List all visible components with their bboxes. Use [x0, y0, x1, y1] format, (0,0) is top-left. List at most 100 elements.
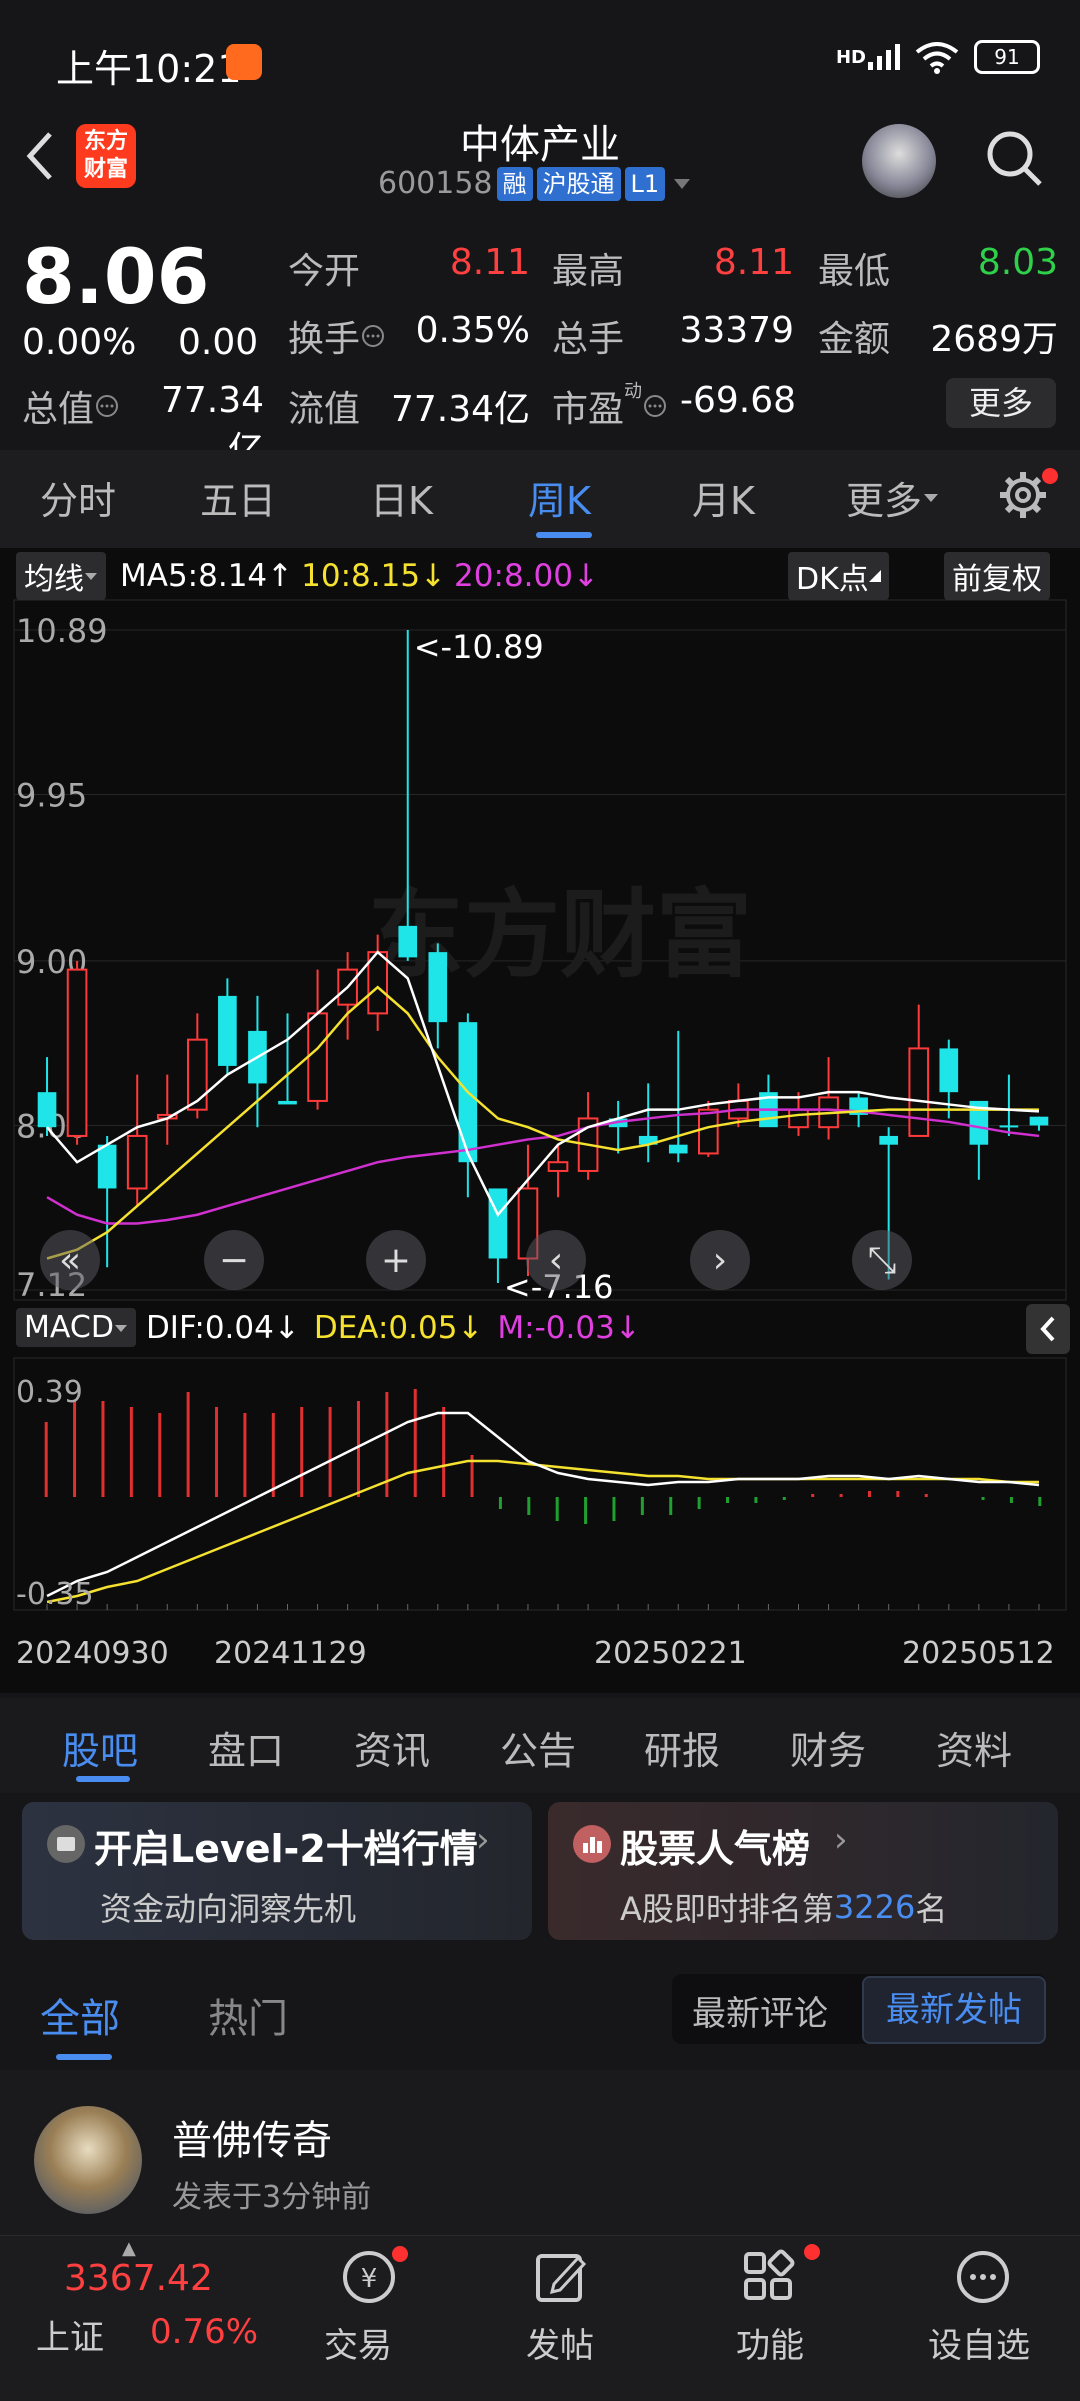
nav-trade-label: 交易	[324, 2326, 392, 2366]
x-label: 20240930	[16, 1636, 169, 1671]
candle-body	[547, 1161, 569, 1172]
tab-intraday[interactable]: 分时	[40, 470, 116, 525]
candle-body	[187, 1038, 208, 1111]
index-value[interactable]: 3367.42	[64, 2258, 213, 2299]
chevron-left-icon	[1040, 1316, 1055, 1342]
dif-value: DIF:0.04	[145, 1309, 274, 1346]
trade-icon: ¥	[343, 2251, 395, 2303]
assistant-robot-icon[interactable]	[862, 124, 936, 198]
forum-post[interactable]	[0, 2070, 1080, 2235]
info-icon	[362, 325, 385, 347]
tab-more-label: 更多	[846, 479, 923, 523]
level2-subtitle: 资金动向洞察先机	[100, 1890, 357, 1928]
kline-chart-svg: 东方财富10.899.959.008.067.12<-10.89<-7.16«−…	[13, 599, 1067, 1612]
caret-up-icon: ▲	[122, 2238, 136, 2259]
nav-trade[interactable]: ¥ 交易	[316, 2236, 428, 2400]
tab-research[interactable]: 研报	[644, 1720, 720, 1775]
kline-chart-area[interactable]: 东方财富10.899.959.008.067.12<-10.89<-7.16«−…	[0, 548, 1080, 1693]
change-value: 0.00	[178, 322, 259, 363]
candle-body	[66, 968, 88, 1137]
tab-weekly-k[interactable]: 周K	[528, 470, 591, 525]
ma-selector-label: 均线	[24, 562, 84, 597]
m-arrow: ↓	[614, 1309, 641, 1346]
candle-body	[307, 1012, 328, 1102]
filter-hot[interactable]: 热门	[208, 1986, 288, 2044]
tab-profile[interactable]: 资料	[936, 1720, 1012, 1775]
tab-finance[interactable]: 财务	[790, 1720, 866, 1775]
info-icon	[96, 395, 119, 417]
index-change: 0.76%	[150, 2312, 259, 2352]
pe-label-group[interactable]: 市盈 动	[552, 380, 668, 432]
chart-prev-page-icon: ‹	[549, 1240, 563, 1281]
tag-connect: 沪股通	[536, 166, 621, 201]
macd-legend-bar: MACD DIF:0.04 ↓ DEA:0.05 ↓ M:-0.03 ↓	[16, 1308, 641, 1347]
nav-post[interactable]: 发帖	[506, 2236, 618, 2400]
tag-level: L1	[624, 166, 666, 201]
dif-line	[46, 1411, 1040, 1598]
edit-icon	[536, 2254, 587, 2302]
network-type-label: HD	[835, 46, 866, 68]
ma-selector-button[interactable]: 均线	[16, 552, 106, 600]
avatar[interactable]	[34, 2106, 142, 2214]
pe-superscript: 动	[624, 381, 643, 402]
tab-announcements[interactable]: 公告	[500, 1720, 576, 1775]
nav-watchlist[interactable]: 设自选	[920, 2236, 1040, 2400]
low-label: 最低	[818, 251, 891, 292]
price-axis-label: 9.95	[16, 777, 87, 815]
pe-label: 市盈	[552, 389, 625, 430]
turnover-label-group[interactable]: 换手	[288, 310, 386, 362]
notification-dot	[1042, 468, 1058, 484]
macd-axis-label: -0.35	[16, 1577, 94, 1612]
notification-dot	[804, 2244, 820, 2260]
tab-monthly-k[interactable]: 月K	[692, 470, 755, 525]
ma10-arrow: ↓	[420, 558, 447, 594]
indicator-selector-button[interactable]: MACD	[16, 1308, 136, 1347]
float-label: 流值	[288, 389, 361, 430]
filter-all[interactable]: 全部	[40, 1986, 120, 2044]
high-label: 最高	[552, 251, 625, 292]
mktcap-label-group[interactable]: 总值	[22, 380, 120, 432]
tag-margin: 融	[496, 166, 533, 201]
ma20-line	[46, 1108, 1040, 1225]
nav-functions[interactable]: 功能	[712, 2236, 824, 2400]
chevron-right-icon: ›	[834, 1820, 848, 1860]
collapse-panel-button[interactable]	[1026, 1304, 1070, 1354]
tab-more[interactable]: 更多	[846, 470, 940, 525]
chart-settings-button[interactable]	[996, 468, 1058, 522]
candle-body	[908, 1047, 930, 1137]
wifi-icon	[915, 42, 959, 74]
tab-daily-k[interactable]: 日K	[370, 470, 433, 525]
rank-number: 3226	[833, 1888, 916, 1926]
turnover-value: 0.35%	[415, 310, 530, 351]
more-quote-button[interactable]: 更多	[946, 378, 1056, 428]
level2-title: 开启Level-2十档行情	[94, 1827, 478, 1871]
pe-value: -69.68	[680, 380, 797, 421]
tab-forum[interactable]: 股吧	[62, 1720, 138, 1775]
chart-zoom-in-icon: +	[381, 1240, 411, 1281]
tab-five-day[interactable]: 五日	[200, 470, 276, 525]
search-icon[interactable]	[984, 128, 1044, 188]
x-label: 20250512	[902, 1636, 1055, 1671]
adjust-price-button[interactable]: 前复权	[944, 552, 1050, 600]
volume-value: 33379	[679, 310, 794, 351]
popularity-rank-card[interactable]: 股票人气榜 › A股即时排名第 3226 名	[548, 1802, 1058, 1940]
dk-point-button[interactable]: DK点	[788, 552, 889, 600]
sort-latest-post[interactable]: 最新发帖	[862, 1976, 1046, 2044]
level2-promo-card[interactable]: 开启Level-2十档行情 › 资金动向洞察先机	[22, 1802, 532, 1940]
ma5-value: MA5:8.14	[120, 558, 268, 594]
dea-value: DEA:0.05	[313, 1309, 458, 1346]
tab-news[interactable]: 资讯	[354, 1720, 430, 1775]
rank-subtitle: A股即时排名第 3226 名	[620, 1884, 947, 1930]
amount-label: 金额	[818, 319, 891, 360]
macd-axis-label: 0.39	[16, 1375, 83, 1410]
post-username[interactable]: 普佛传奇	[172, 2108, 332, 2166]
stock-subtitle[interactable]: 600158 融 沪股通 L1	[378, 166, 693, 201]
ma5-arrow: ↑	[267, 558, 294, 594]
rank-prefix: A股即时排名第	[620, 1890, 834, 1928]
sort-latest-comment[interactable]: 最新评论	[692, 1986, 828, 2035]
x-label: 20250221	[594, 1636, 747, 1671]
dif-arrow: ↓	[273, 1309, 300, 1346]
amount-value: 2689万	[930, 319, 1058, 360]
tab-market-depth[interactable]: 盘口	[208, 1720, 284, 1775]
candle-body	[879, 1135, 898, 1145]
